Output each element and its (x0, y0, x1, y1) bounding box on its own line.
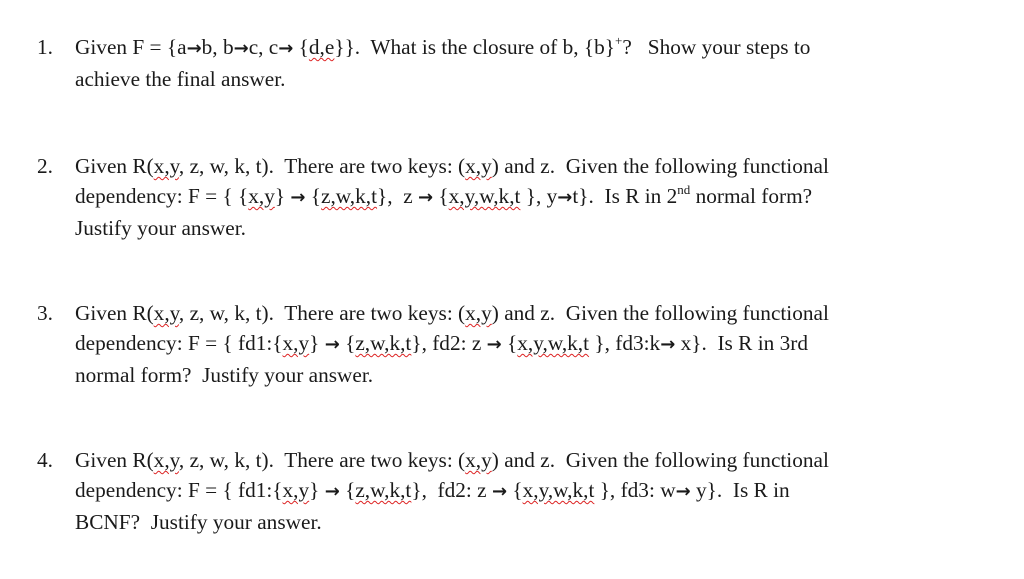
spellcheck-flagged-text: d,e (308, 35, 335, 59)
text-segment: { (293, 35, 309, 59)
right-arrow-icon: → (660, 334, 676, 355)
text-segment: { (501, 331, 518, 355)
spellcheck-flagged-text: x,y (248, 184, 275, 208)
text-line: Given R(x,y, z, w, k, t). There are two … (75, 445, 995, 475)
spellcheck-flagged-text: z,w,k,t (321, 184, 378, 208)
text-segment: dependency: F = { { (75, 184, 249, 208)
spellcheck-flagged-text: z,w,k,t (355, 331, 412, 355)
right-arrow-icon: → (324, 481, 340, 502)
text-segment: { (433, 184, 449, 208)
text-segment: , z, w, k, t). There are two keys: ( (178, 448, 466, 472)
right-arrow-icon: → (233, 38, 249, 59)
text-segment: normal form? (690, 184, 813, 208)
right-arrow-icon: → (486, 334, 502, 355)
text-segment: } (309, 478, 325, 502)
text-segment: Given F = {a (75, 35, 187, 59)
question-text: Given R(x,y, z, w, k, t). There are two … (75, 298, 995, 390)
question-text: Given R(x,y, z, w, k, t). There are two … (75, 151, 995, 243)
spellcheck-flagged-text: x,y,w,k,t (448, 184, 521, 208)
question-number: 2. (37, 154, 53, 178)
spellcheck-flagged-text: x,y,w,k,t (522, 478, 595, 502)
text-segment: b, b (201, 35, 234, 59)
text-segment: Given R( (75, 154, 154, 178)
text-line: dependency: F = { fd1:{x,y} → {z,w,k,t},… (75, 328, 995, 360)
text-segment: normal form? Justify your answer. (75, 363, 374, 387)
right-arrow-icon: → (186, 38, 202, 59)
spellcheck-flagged-text: x,y (282, 478, 310, 502)
text-segment: }}. What is the closure of b, {b} (334, 35, 615, 59)
document-page: 1. Given F = {a→b, b→c, c→ {d,e}}. What … (0, 0, 1024, 579)
right-arrow-icon: → (557, 187, 573, 208)
superscript: nd (677, 181, 691, 197)
text-segment: { (305, 184, 322, 208)
spellcheck-flagged-text: x,y,w,k,t (517, 331, 590, 355)
text-segment: }, fd2: z (411, 478, 492, 502)
right-arrow-icon: → (324, 334, 340, 355)
text-segment: ? Show your steps to (622, 35, 811, 59)
text-segment: Given R( (75, 301, 154, 325)
spellcheck-flagged-text: x,y (465, 448, 492, 472)
right-arrow-icon: → (418, 187, 434, 208)
text-segment: x}. Is R in 3rd (675, 331, 808, 355)
spellcheck-flagged-text: x,y (153, 154, 179, 178)
right-arrow-icon: → (675, 481, 691, 502)
right-arrow-icon: → (290, 187, 306, 208)
text-line: Given R(x,y, z, w, k, t). There are two … (75, 151, 995, 181)
text-line: Justify your answer. (75, 213, 995, 243)
text-segment: Given R( (75, 448, 154, 472)
text-segment: }, z (377, 184, 419, 208)
text-line: BCNF? Justify your answer. (75, 507, 995, 537)
text-segment: dependency: F = { fd1:{ (75, 478, 283, 502)
right-arrow-icon: → (491, 481, 508, 502)
text-segment: , z, w, k, t). There are two keys: ( (178, 154, 466, 178)
spellcheck-flagged-text: x,y (282, 331, 310, 355)
spellcheck-flagged-text: x,y (153, 301, 179, 325)
text-segment: }, fd3:k (589, 331, 661, 355)
text-line: achieve the final answer. (75, 64, 995, 94)
text-segment: }, y (520, 184, 558, 208)
text-segment: dependency: F = { fd1:{ (75, 331, 283, 355)
superscript: + (614, 32, 623, 48)
spellcheck-flagged-text: x,y (153, 448, 179, 472)
text-segment: }, fd2: z (411, 331, 487, 355)
text-segment: BCNF? Justify your answer. (75, 510, 322, 534)
question-number: 4. (37, 448, 53, 472)
text-line: dependency: F = { {x,y} → {z,w,k,t}, z →… (75, 181, 995, 213)
text-line: Given R(x,y, z, w, k, t). There are two … (75, 298, 995, 328)
question-text: Given F = {a→b, b→c, c→ {d,e}}. What is … (75, 32, 995, 94)
spellcheck-flagged-text: z,w,k,t (355, 478, 412, 502)
text-line: dependency: F = { fd1:{x,y} → {z,w,k,t},… (75, 475, 995, 507)
question-text: Given R(x,y, z, w, k, t). There are two … (75, 445, 995, 537)
spellcheck-flagged-text: x,y (465, 154, 492, 178)
text-segment: { (339, 478, 356, 502)
right-arrow-icon: → (278, 38, 294, 59)
text-segment: c, c (248, 35, 279, 59)
text-segment: y}. Is R in (690, 478, 790, 502)
text-segment: } (274, 184, 291, 208)
text-segment: ) and z. Given the following functional (491, 301, 829, 325)
question-number: 1. (37, 35, 53, 59)
text-segment: achieve the final answer. (75, 67, 286, 91)
text-segment: Justify your answer. (75, 216, 246, 240)
question-number: 3. (37, 301, 53, 325)
text-segment: t}. Is R in 2 (572, 184, 678, 208)
text-segment: }, fd3: w (594, 478, 676, 502)
text-segment: { (339, 331, 356, 355)
text-line: Given F = {a→b, b→c, c→ {d,e}}. What is … (75, 32, 995, 64)
text-line: normal form? Justify your answer. (75, 360, 995, 390)
text-segment: ) and z. Given the following functional (491, 154, 829, 178)
text-segment: } (309, 331, 325, 355)
text-segment: { (507, 478, 523, 502)
text-segment: ) and z. Given the following functional (491, 448, 829, 472)
text-segment: , z, w, k, t). There are two keys: ( (178, 301, 466, 325)
spellcheck-flagged-text: x,y (465, 301, 492, 325)
